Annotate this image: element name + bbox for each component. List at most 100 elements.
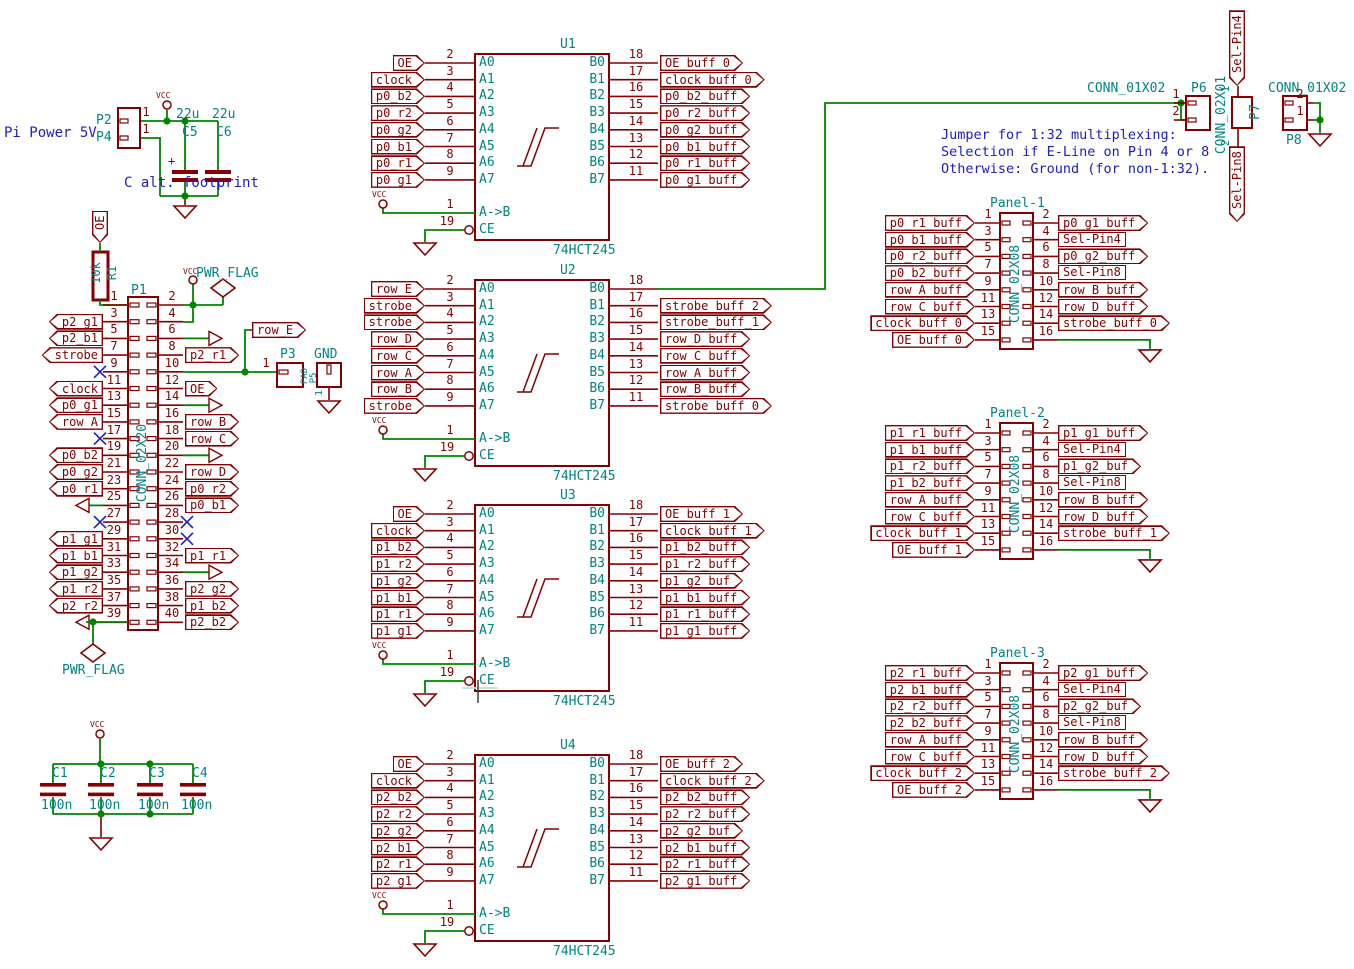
global-label[interactable]: clock_buff_2	[660, 773, 765, 789]
global-label[interactable]: clock	[371, 523, 425, 539]
ic-pin-name[interactable]: CE	[479, 223, 495, 237]
wire[interactable]	[1058, 340, 1150, 349]
hysteresis-glyph[interactable]	[517, 579, 559, 617]
ic-pin-name[interactable]: B3	[565, 332, 605, 346]
global-label[interactable]: row_D_buff	[1058, 299, 1148, 315]
global-label[interactable]: clock_buff_1	[870, 525, 975, 541]
vcc-symbol[interactable]	[379, 426, 387, 434]
global-label[interactable]: p2_g1	[371, 873, 425, 889]
hysteresis-glyph[interactable]	[517, 128, 559, 166]
pin-number[interactable]: 5	[430, 98, 470, 111]
cap-plate[interactable]	[88, 783, 114, 787]
pin-number[interactable]: 16	[1026, 325, 1066, 338]
wire[interactable]	[425, 456, 464, 468]
pin-number[interactable]: 17	[616, 291, 656, 304]
global-label[interactable]: row_A_buff	[660, 365, 750, 381]
global-label[interactable]: p1_b2_buff	[660, 539, 750, 555]
pin-number[interactable]: 11	[616, 866, 656, 879]
ic-value[interactable]: 74HCT245	[553, 695, 616, 709]
conn-value[interactable]: CONN_02X20	[136, 408, 150, 518]
cap-plate[interactable]	[137, 793, 163, 797]
pin-number[interactable]: 19	[427, 666, 467, 679]
open-arrow-right[interactable]	[209, 448, 222, 462]
cap-value[interactable]: 100n	[41, 799, 72, 813]
ic-pin-name[interactable]: A7	[479, 173, 495, 187]
jumper-note-line3[interactable]: Otherwise: Ground (for non-1:32).	[941, 161, 1209, 177]
global-label[interactable]: row_D_buff	[1058, 749, 1148, 765]
gnd-symbol[interactable]	[1139, 350, 1161, 362]
pin-number[interactable]: 16	[1026, 775, 1066, 788]
ic-pin-name[interactable]: A4	[479, 123, 495, 137]
pin-number[interactable]: 14	[616, 566, 656, 579]
pad-ref-rotated[interactable]: P5	[307, 368, 321, 388]
ic-pin-name[interactable]: B1	[565, 774, 605, 788]
ic-pin-name[interactable]: B4	[565, 349, 605, 363]
global-label[interactable]: strobe_buff_1	[660, 314, 772, 330]
ic-pin-name[interactable]: A3	[479, 807, 495, 821]
ic-pin-name[interactable]: A0	[479, 507, 495, 521]
hysteresis-glyph[interactable]	[517, 829, 559, 867]
global-label[interactable]: p0_g2_buff	[660, 122, 750, 138]
global-label[interactable]: p1_b1_buff	[660, 590, 750, 606]
open-arrow-left[interactable]	[76, 498, 89, 512]
pin-number[interactable]: 4	[430, 307, 470, 320]
global-label[interactable]: p2_g1_buff	[1058, 665, 1148, 681]
ic-pin-name[interactable]: A5	[479, 140, 495, 154]
ic-pin-name[interactable]: A7	[479, 624, 495, 638]
pin-number[interactable]: 1	[430, 899, 470, 912]
resistor-value[interactable]: 10k	[89, 255, 103, 291]
wire[interactable]	[1058, 790, 1150, 799]
pin-number[interactable]: 3	[430, 766, 470, 779]
gnd-symbol[interactable]	[1139, 560, 1161, 572]
ic-ref[interactable]: U1	[560, 38, 576, 52]
ic-pin-name[interactable]: B6	[565, 857, 605, 871]
pin-number[interactable]: 18	[616, 749, 656, 762]
global-label[interactable]: row_C_buff	[885, 299, 975, 315]
global-label[interactable]: p1_g2_buf	[660, 573, 743, 589]
pin-number-rotated[interactable]: 2	[1219, 138, 1233, 148]
global-label-sel-pin4-vertical[interactable]: Sel-Pin4	[1229, 10, 1245, 86]
ic-pin-name[interactable]: A6	[479, 156, 495, 170]
pin-notch[interactable]	[1002, 548, 1010, 552]
vcc-symbol[interactable]	[379, 901, 387, 909]
ic-pin-name[interactable]: A1	[479, 299, 495, 313]
pin-number[interactable]: 12	[616, 374, 656, 387]
global-label[interactable]: row_A	[371, 365, 425, 381]
global-label[interactable]: p0_b2	[371, 88, 425, 104]
gnd-symbol[interactable]	[1309, 134, 1331, 146]
conn-value[interactable]: CONN_02X08	[1009, 234, 1023, 334]
pin-number[interactable]: 7	[430, 358, 470, 371]
ic-pin-name[interactable]: B6	[565, 382, 605, 396]
global-label[interactable]: p1_r1_buff	[660, 606, 750, 622]
pin-number[interactable]: 9	[430, 391, 470, 404]
global-label[interactable]: p2_b2_buff	[885, 715, 975, 731]
global-label[interactable]: p2_r2_buff	[885, 698, 975, 714]
pin-number[interactable]: 9	[430, 616, 470, 629]
global-label[interactable]: p0_r2_buff	[885, 248, 975, 264]
pin-number-rotated[interactable]: 1	[313, 387, 327, 399]
vcc-label[interactable]: VCC	[156, 92, 170, 100]
pin-number[interactable]: 11	[616, 391, 656, 404]
global-label[interactable]: p1_g2_buf	[1058, 458, 1141, 474]
global-label[interactable]: p1_b2	[371, 539, 425, 555]
pad-ref[interactable]: P3	[280, 348, 296, 362]
pin-number[interactable]: 18	[616, 48, 656, 61]
pin-number[interactable]: 3	[430, 65, 470, 78]
conn-ref[interactable]: P4	[96, 131, 112, 145]
global-label[interactable]: p2_g2_buf	[660, 823, 743, 839]
pin-number[interactable]: 12	[616, 148, 656, 161]
cap-polarity-plus[interactable]: +	[168, 155, 175, 168]
pin-number[interactable]: 7	[430, 132, 470, 145]
pin-number[interactable]: 20	[152, 440, 192, 453]
pin-number[interactable]: 30	[152, 524, 192, 537]
global-label[interactable]: clock_buff_0	[660, 72, 765, 88]
pin-number[interactable]: 14	[152, 390, 192, 403]
global-label[interactable]: Sel-Pin8	[1058, 475, 1126, 490]
ic-pin-name[interactable]: B3	[565, 807, 605, 821]
global-label[interactable]: p1_g1_buff	[660, 623, 750, 639]
ic-pin-name[interactable]: CE	[479, 924, 495, 938]
pwr-flag-text[interactable]: PWR_FLAG	[62, 664, 125, 678]
pin-number[interactable]: 17	[616, 766, 656, 779]
cap-ref[interactable]: C6	[216, 126, 232, 140]
vcc-symbol[interactable]	[379, 651, 387, 659]
